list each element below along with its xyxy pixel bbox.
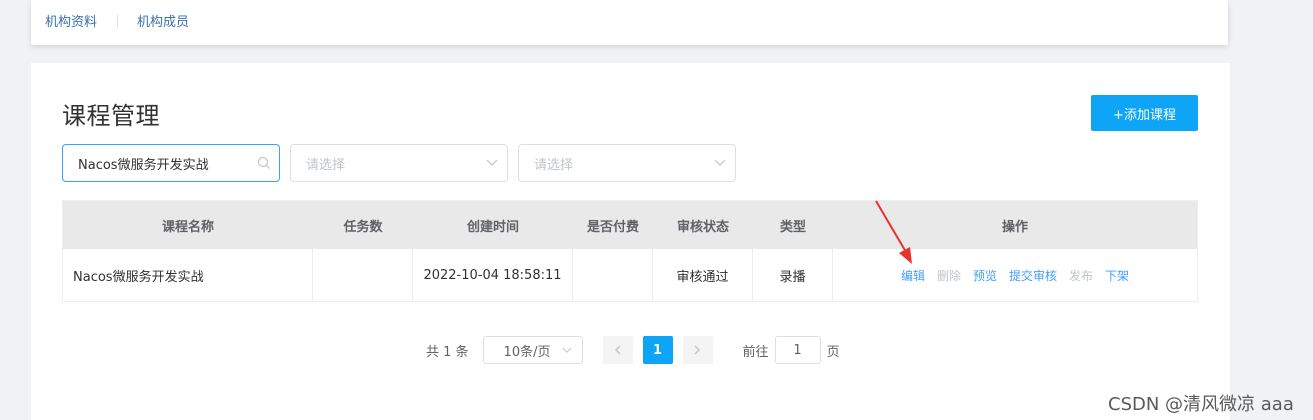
goto-label: 前往 — [742, 344, 769, 360]
type-select[interactable]: 请选择 — [518, 144, 736, 182]
chevron-right-icon — [694, 345, 701, 355]
unpublish-link[interactable]: 下架 — [1105, 267, 1129, 284]
status-select-placeholder: 请选择 — [306, 157, 346, 173]
actions-cell: 编辑 删除 预览 提交审核 发布 下架 — [833, 249, 1197, 301]
course-table: 课程名称 任务数 创建时间 是否付费 审核状态 类型 操作 Nacos微服务开发… — [62, 200, 1198, 302]
total-count: 共 1 条 — [426, 344, 469, 360]
org-tabs-card: 机构资料 机构成员 — [31, 0, 1228, 45]
tab-org-members[interactable]: 机构成员 — [137, 11, 189, 30]
submit-review-link[interactable]: 提交审核 — [1009, 267, 1057, 284]
add-course-button[interactable]: +添加课程 — [1091, 95, 1198, 131]
column-header: 操作 — [1001, 219, 1028, 235]
column-header: 是否付费 — [586, 219, 639, 235]
goto-page-input[interactable]: 1 — [774, 336, 821, 364]
page-size-select[interactable]: 10条/页 — [482, 336, 583, 364]
column-header: 课程名称 — [161, 219, 214, 235]
audit-status-cell: 审核通过 — [653, 249, 753, 301]
prev-page-button[interactable] — [602, 336, 633, 364]
task-count-cell — [313, 249, 413, 301]
page-suffix: 页 — [826, 344, 840, 360]
page-number-current[interactable]: 1 — [642, 336, 673, 364]
org-tabs: 机构资料 机构成员 — [45, 11, 189, 30]
course-name-cell: Nacos微服务开发实战 — [63, 249, 313, 301]
preview-link[interactable]: 预览 — [973, 267, 997, 284]
column-header: 创建时间 — [466, 219, 519, 235]
column-header: 审核状态 — [676, 219, 729, 235]
tab-divider — [117, 14, 119, 27]
watermark: CSDN @清风微凉 aaa — [1108, 394, 1294, 415]
pagination: 共 1 条 10条/页 1 前往 1 页 — [426, 336, 840, 364]
page-title: 课程管理 — [62, 102, 160, 130]
table-header: 课程名称 任务数 创建时间 是否付费 审核状态 类型 操作 — [63, 201, 1197, 249]
column-header: 任务数 — [343, 219, 383, 235]
next-page-button[interactable] — [682, 336, 713, 364]
column-header: 类型 — [779, 219, 806, 235]
course-search-input[interactable]: Nacos微服务开发实战 — [62, 144, 280, 182]
table-row: Nacos微服务开发实战 2022-10-04 18:58:11 审核通过 录播… — [63, 249, 1197, 301]
page-size-value: 10条/页 — [503, 344, 551, 360]
paid-cell — [573, 249, 653, 301]
status-select[interactable]: 请选择 — [290, 144, 508, 182]
tab-org-profile[interactable]: 机构资料 — [45, 11, 97, 30]
course-type-cell: 录播 — [753, 249, 833, 301]
type-select-placeholder: 请选择 — [534, 157, 574, 173]
chevron-down-icon — [552, 347, 582, 354]
edit-link[interactable]: 编辑 — [901, 267, 925, 284]
created-time-cell: 2022-10-04 18:58:11 — [413, 249, 573, 301]
course-management-card: 课程管理 +添加课程 Nacos微服务开发实战 请选择 请选择 课程名称 任务数… — [31, 63, 1230, 420]
publish-link[interactable]: 发布 — [1069, 267, 1093, 284]
delete-link[interactable]: 删除 — [937, 267, 961, 284]
row-actions: 编辑 删除 预览 提交审核 发布 下架 — [901, 267, 1129, 284]
search-icon[interactable] — [249, 156, 279, 170]
search-input-value: Nacos微服务开发实战 — [78, 157, 209, 173]
chevron-down-icon — [477, 159, 507, 167]
chevron-left-icon — [615, 345, 621, 355]
chevron-down-icon — [705, 159, 735, 167]
